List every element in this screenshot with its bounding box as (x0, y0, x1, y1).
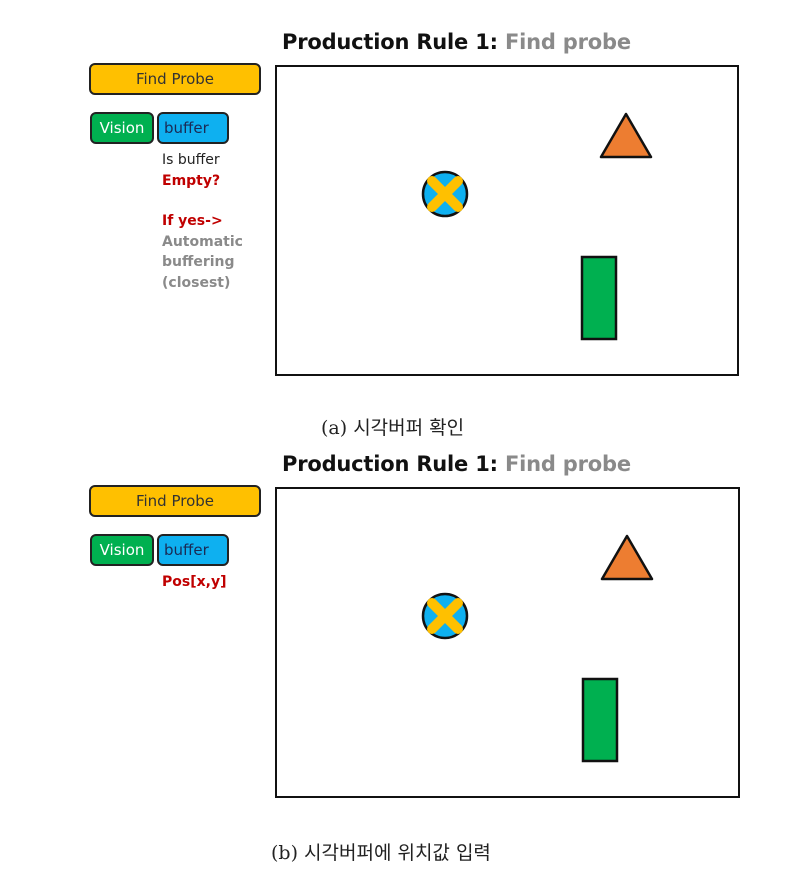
caption-b: (b) 시각버퍼에 위치값 입력 (271, 842, 491, 864)
rectangle-icon (581, 677, 619, 763)
figure: Production Rule 1: Find probe Find Probe… (0, 0, 807, 879)
probe-circle-x-icon (421, 592, 469, 640)
triangle-icon (600, 534, 654, 581)
scene-b (421, 534, 654, 763)
